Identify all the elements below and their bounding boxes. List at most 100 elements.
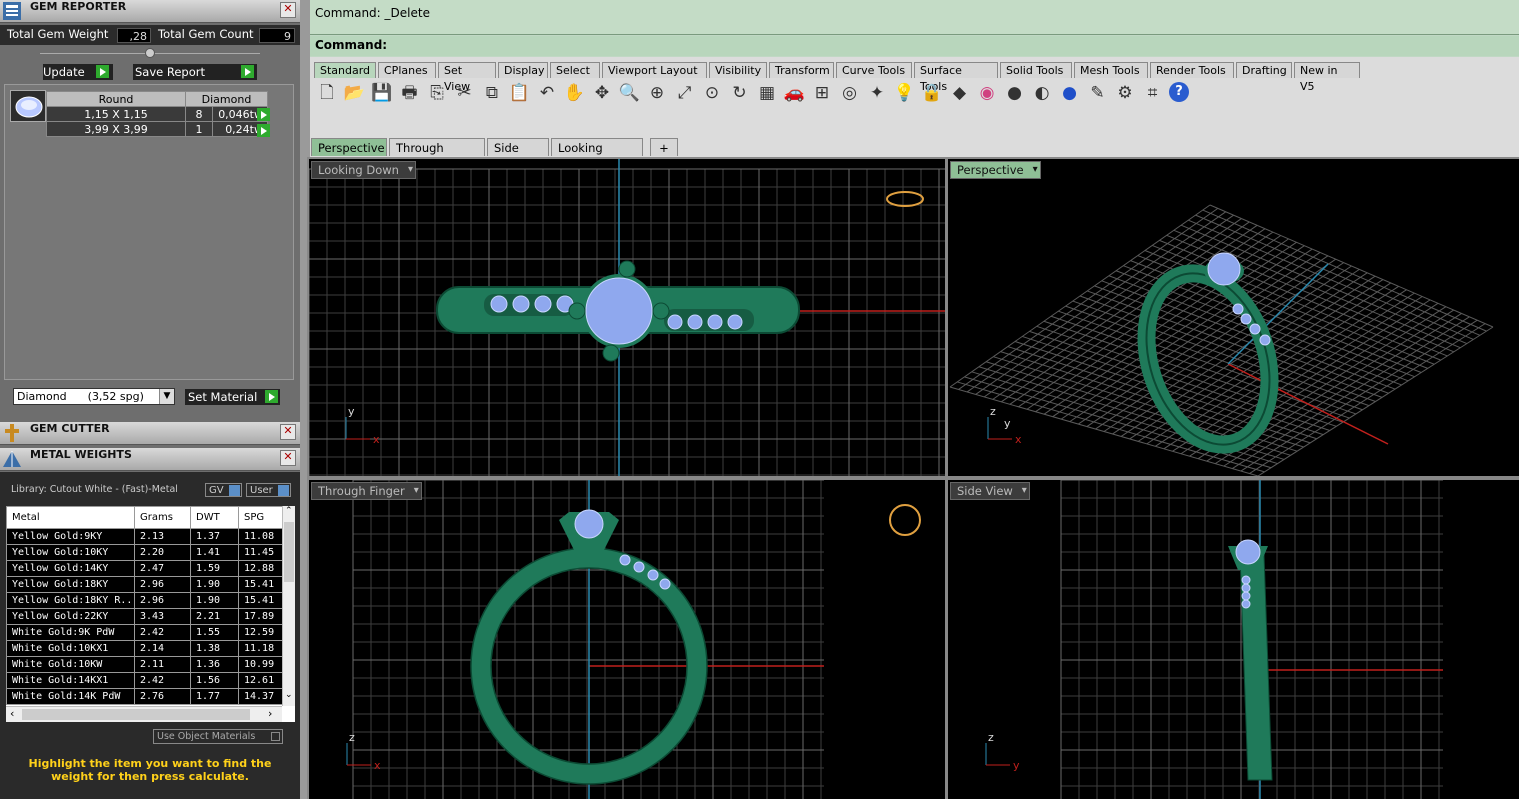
import-icon[interactable]: ⎘ — [426, 82, 448, 104]
header-metal[interactable]: Metal — [6, 506, 135, 529]
viewport-title-through-finger[interactable]: Through Finger — [311, 482, 422, 500]
toolbar-tab-set-view[interactable]: Set View — [438, 62, 496, 93]
toolbar-tab-new-in-v5[interactable]: New in V5 — [1294, 62, 1360, 93]
gem-table-row[interactable]: 3,99 X 3,99 1 0,24tw — [46, 121, 268, 137]
toolbar-tab-standard[interactable]: Standard — [314, 62, 376, 78]
layer-icon[interactable]: ◆ — [949, 82, 971, 104]
print-icon[interactable]: 🖶 — [399, 82, 421, 104]
zoom-extents-icon[interactable]: ⤢ — [674, 82, 696, 104]
view-tab-looking-down[interactable]: Looking Down — [551, 138, 643, 173]
viewport-title-side-view[interactable]: Side View — [950, 482, 1030, 500]
metal-table-row[interactable]: White Gold:10KW 2.11 1.36 10.99 — [6, 656, 283, 673]
zoom-icon[interactable]: 🔍 — [619, 82, 641, 104]
metal-table-row[interactable]: White Gold:9K PdW 2.42 1.55 12.59 — [6, 624, 283, 641]
toolbar-tab-cplanes[interactable]: CPlanes — [378, 62, 436, 78]
toolbar-tab-render-tools[interactable]: Render Tools — [1150, 62, 1234, 78]
scroll-down-icon[interactable]: ⌄ — [285, 690, 293, 700]
color-icon[interactable]: ◉ — [976, 82, 998, 104]
gem-cutter-close-icon[interactable]: ✕ — [280, 424, 296, 440]
horizontal-scrollbar[interactable]: ‹ › — [6, 706, 282, 722]
viewport-perspective[interactable]: z xy Perspective — [948, 159, 1519, 476]
toolbar-tab-solid-tools[interactable]: Solid Tools — [1000, 62, 1072, 78]
metal-weights-close-icon[interactable]: ✕ — [280, 450, 296, 466]
help-icon[interactable]: ? — [1169, 82, 1189, 102]
car-icon[interactable]: 🚗 — [784, 82, 806, 104]
user-toggle[interactable]: User — [246, 483, 291, 497]
render-icon[interactable]: ● — [1004, 82, 1026, 104]
toolbar-tab-display[interactable]: Display — [498, 62, 548, 78]
chevron-down-icon[interactable]: ▼ — [159, 389, 174, 404]
save-icon[interactable]: 💾 — [371, 82, 393, 104]
gv-toggle[interactable]: GV — [205, 483, 242, 497]
sphere-icon[interactable]: ● — [1059, 82, 1081, 104]
scroll-thumb[interactable] — [284, 522, 294, 582]
viewport-title-perspective[interactable]: Perspective — [950, 161, 1041, 179]
row-select-arrow-icon[interactable] — [257, 124, 270, 137]
viewport-through-finger[interactable]: z x Through Finger — [309, 480, 945, 799]
lock-icon[interactable]: 🔒 — [921, 82, 943, 104]
zoom-window-icon[interactable]: ⊕ — [646, 82, 668, 104]
rotate-view-icon[interactable]: ↻ — [729, 82, 751, 104]
metal-table-row[interactable]: White Gold:14K PdW 2.76 1.77 14.37 — [6, 688, 283, 705]
header-dwt[interactable]: DWT — [190, 506, 239, 529]
scroll-left-icon[interactable]: ‹ — [10, 707, 14, 720]
dimension-icon[interactable]: ⌗ — [1142, 82, 1164, 104]
points-icon[interactable]: ✦ — [866, 82, 888, 104]
checkbox-icon[interactable] — [271, 732, 280, 741]
header-grams[interactable]: Grams — [134, 506, 191, 529]
toolbar-tab-transform[interactable]: Transform — [769, 62, 834, 78]
metal-table-row[interactable]: Yellow Gold:22KY 3.43 2.21 17.89 — [6, 608, 283, 625]
cut-icon[interactable]: ✂ — [454, 82, 476, 104]
metal-table-row[interactable]: Yellow Gold:18KY 2.96 1.90 15.41 — [6, 576, 283, 593]
viewport-looking-down[interactable]: y x Looking Down — [309, 159, 945, 476]
use-object-materials-toggle[interactable]: Use Object Materials — [153, 729, 283, 744]
toolbar-tab-curve-tools[interactable]: Curve Tools — [836, 62, 912, 78]
metal-table-row[interactable]: Yellow Gold:18KY R... 2.96 1.90 15.41 — [6, 592, 283, 609]
pan-icon[interactable]: ✋ — [564, 82, 586, 104]
open-icon[interactable]: 📂 — [344, 82, 366, 104]
toolbar-tab-drafting[interactable]: Drafting — [1236, 62, 1292, 78]
viewport-title-looking-down[interactable]: Looking Down — [311, 161, 416, 179]
new-icon[interactable]: 🗋 — [316, 82, 338, 104]
save-report-button[interactable]: Save Report — [133, 64, 257, 80]
update-button[interactable]: Update — [43, 64, 113, 80]
metal-table-row[interactable]: White Gold:14KX1 2.42 1.56 12.61 — [6, 672, 283, 689]
gem-cutter-header[interactable]: GEM CUTTER ✕ — [0, 422, 300, 445]
view-tab-through-finger[interactable]: Through Finger — [389, 138, 485, 173]
metal-table-row[interactable]: Yellow Gold:9KY 2.13 1.37 11.08 — [6, 528, 283, 545]
toolbar-tab-visibility[interactable]: Visibility — [709, 62, 767, 78]
scroll-right-icon[interactable]: › — [268, 707, 272, 720]
toolbar-tab-mesh-tools[interactable]: Mesh Tools — [1074, 62, 1148, 78]
gem-thumbnail[interactable] — [10, 90, 46, 122]
command-prompt[interactable]: Command: — [310, 36, 1519, 56]
metal-weights-header[interactable]: METAL WEIGHTS ✕ — [0, 448, 300, 471]
metal-table-row[interactable]: White Gold:10KX1 2.14 1.38 11.18 — [6, 640, 283, 657]
splitter-handle[interactable] — [145, 48, 155, 58]
metal-table-row[interactable]: Yellow Gold:10KY 2.20 1.41 11.45 — [6, 544, 283, 561]
settings-icon[interactable]: ⚙ — [1114, 82, 1136, 104]
scroll-thumb[interactable] — [22, 709, 250, 720]
scroll-up-icon[interactable]: ⌃ — [285, 506, 293, 516]
toolbar-tab-select[interactable]: Select — [550, 62, 600, 78]
light-icon[interactable]: 💡 — [894, 82, 916, 104]
viewport-side-view[interactable]: z y Side View — [948, 480, 1519, 799]
material-select[interactable]: Diamond (3,52 spg) ▼ — [13, 388, 175, 405]
vertical-scrollbar[interactable]: ⌃ ⌄ — [282, 506, 295, 706]
toolbar-tab-viewport-layout[interactable]: Viewport Layout — [602, 62, 707, 78]
paste-icon[interactable]: 📋 — [509, 82, 531, 104]
grid-icon[interactable]: ⊞ — [811, 82, 833, 104]
cplane-icon[interactable]: ◎ — [839, 82, 861, 104]
gem-reporter-close-icon[interactable]: ✕ — [280, 2, 296, 18]
undo-icon[interactable]: ↶ — [536, 82, 558, 104]
row-select-arrow-icon[interactable] — [257, 108, 270, 121]
view-tab-perspective[interactable]: Perspective — [311, 138, 387, 156]
select-icon[interactable]: ✎ — [1087, 82, 1109, 104]
add-viewport-tab-icon[interactable]: + — [650, 138, 678, 156]
move-icon[interactable]: ✥ — [591, 82, 613, 104]
four-view-icon[interactable]: ▦ — [756, 82, 778, 104]
gem-table-row[interactable]: 1,15 X 1,15 8 0,046tw — [46, 106, 268, 122]
copy-icon[interactable]: ⧉ — [481, 82, 503, 104]
zoom-selected-icon[interactable]: ⊙ — [701, 82, 723, 104]
metal-table-row[interactable]: Yellow Gold:14KY 2.47 1.59 12.88 — [6, 560, 283, 577]
set-material-button[interactable]: Set Material — [185, 389, 280, 405]
